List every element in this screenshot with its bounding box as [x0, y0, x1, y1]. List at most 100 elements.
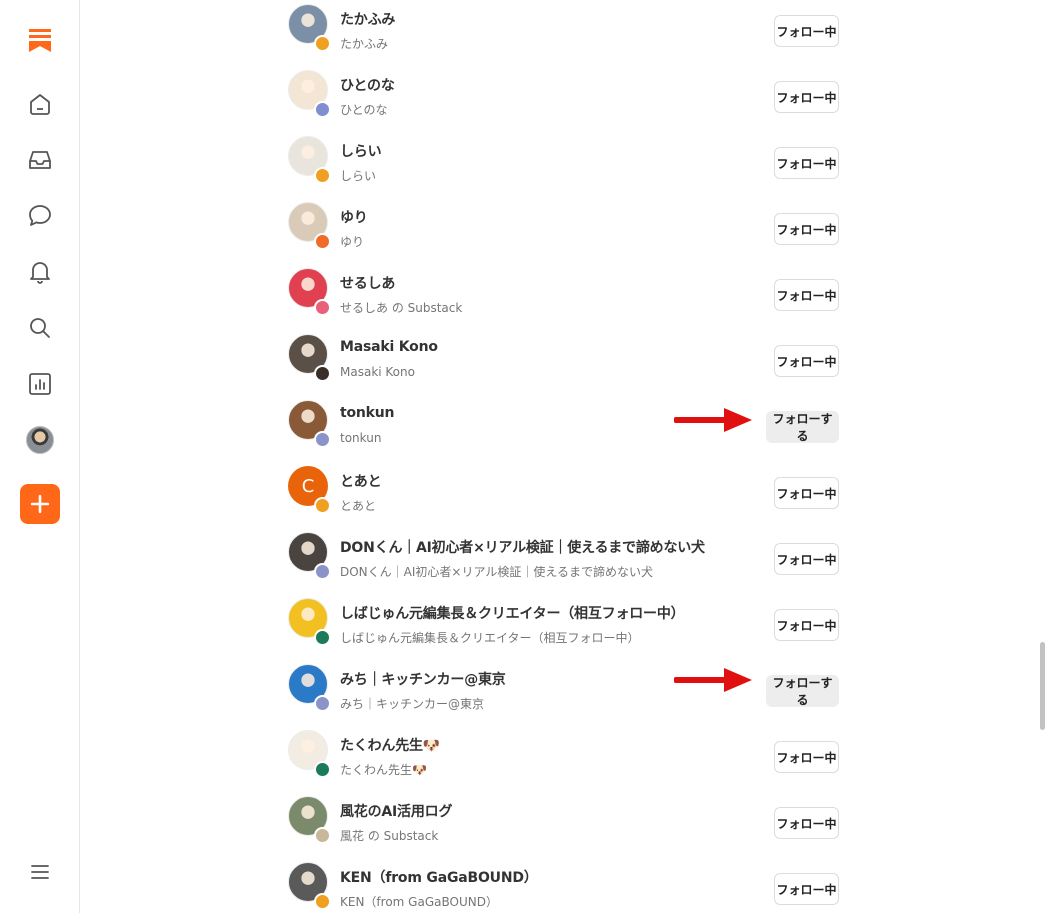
user-name[interactable]: みち｜キッチンカー@東京 — [340, 669, 506, 689]
publication-badge — [314, 167, 331, 184]
avatar[interactable] — [288, 70, 331, 118]
inbox-icon[interactable] — [20, 140, 60, 180]
publication-badge — [314, 365, 331, 382]
avatar[interactable] — [288, 796, 331, 844]
list-item[interactable]: ひとのな ひとのな フォロー中 — [288, 70, 844, 136]
list-item[interactable]: みち｜キッチンカー@東京 みち｜キッチンカー@東京 フォローする — [288, 664, 844, 730]
red-arrow-annotation — [674, 408, 752, 432]
create-post-button[interactable] — [20, 484, 60, 524]
plus-icon — [20, 484, 60, 524]
user-publication: たくわん先生🐶 — [340, 763, 427, 777]
user-name[interactable]: たかふみ — [340, 9, 395, 29]
user-name[interactable]: 風花のAI活用ログ — [340, 801, 452, 821]
avatar[interactable] — [288, 532, 331, 580]
substack-logo-icon[interactable] — [20, 20, 60, 60]
publication-badge — [314, 761, 331, 778]
avatar[interactable] — [288, 4, 331, 52]
follow-button[interactable]: フォローする — [766, 675, 839, 707]
list-item[interactable]: せるしあせるしあ の Substack フォロー中 — [288, 268, 844, 334]
list-item[interactable]: しばじゅん元編集長＆クリエイター（相互フォロー中） しばじゅん元編集長＆クリエイタ… — [288, 598, 844, 664]
publication-badge — [314, 101, 331, 118]
home-icon[interactable] — [20, 84, 60, 124]
following-button[interactable]: フォロー中 — [774, 543, 839, 575]
scrollbar[interactable] — [1037, 0, 1047, 913]
bell-icon[interactable] — [20, 252, 60, 292]
search-icon[interactable] — [20, 308, 60, 348]
list-item[interactable]: 風花のAI活用ログ風花 の Substack フォロー中 — [288, 796, 844, 862]
user-name[interactable]: せるしあ — [340, 273, 395, 293]
user-name[interactable]: ゆり — [340, 207, 368, 227]
user-name[interactable]: しばじゅん元編集長＆クリエイター（相互フォロー中） — [340, 603, 685, 623]
chat-icon[interactable] — [20, 196, 60, 236]
list-item[interactable]: ゆり ゆり フォロー中 — [288, 202, 844, 268]
user-name[interactable]: KEN（from GaGaBOUND） — [340, 867, 538, 887]
publication-badge — [314, 629, 331, 646]
avatar[interactable]: C — [288, 466, 331, 514]
list-item[interactable]: C とあと とあと フォロー中 — [288, 466, 844, 532]
publication-badge — [314, 497, 331, 514]
user-name[interactable]: tonkun — [340, 405, 395, 421]
list-item[interactable]: たかふみ たかふみ フォロー中 — [288, 4, 844, 70]
user-publication: しらい — [340, 169, 377, 183]
avatar[interactable] — [288, 862, 331, 910]
user-name[interactable]: とあと — [340, 471, 382, 491]
user-name[interactable]: しらい — [340, 141, 382, 161]
following-button[interactable]: フォロー中 — [774, 147, 839, 179]
following-button[interactable]: フォロー中 — [774, 873, 839, 905]
list-item[interactable]: たくわん先生🐶 たくわん先生🐶 フォロー中 — [288, 730, 844, 796]
user-publication: Masaki Kono — [340, 365, 415, 379]
user-publication: ひとのな — [340, 103, 388, 117]
following-button[interactable]: フォロー中 — [774, 477, 839, 509]
following-button[interactable]: フォロー中 — [774, 609, 839, 641]
user-publication: せるしあ の Substack — [340, 301, 463, 315]
scrollbar-thumb[interactable] — [1040, 642, 1045, 730]
publication-badge — [314, 35, 331, 52]
avatar[interactable] — [288, 598, 331, 646]
following-button[interactable]: フォロー中 — [774, 279, 839, 311]
user-publication: ゆり — [340, 235, 365, 249]
publication-badge — [314, 233, 331, 250]
user-publication: みち｜キッチンカー@東京 — [340, 697, 485, 711]
list-item[interactable]: tonkun tonkun フォローする — [288, 400, 844, 466]
following-button[interactable]: フォロー中 — [774, 81, 839, 113]
publication-badge — [314, 563, 331, 580]
user-name[interactable]: ひとのな — [340, 75, 395, 95]
sidebar — [0, 0, 80, 913]
menu-icon[interactable] — [20, 852, 60, 892]
following-button[interactable]: フォロー中 — [774, 15, 839, 47]
avatar[interactable] — [288, 202, 331, 250]
publication-badge — [314, 299, 331, 316]
user-name[interactable]: Masaki Kono — [340, 339, 438, 355]
profile-avatar[interactable] — [20, 420, 60, 460]
app-window: たかふみ たかふみ フォロー中 ひとのな ひとのな フォロー中 しらい しらい フォロー中 ゆりゆ… — [0, 0, 1047, 913]
user-name[interactable]: DONくん｜AI初心者×リアル検証｜使えるまで諦めない犬 — [340, 537, 705, 557]
list-item[interactable]: DONくん｜AI初心者×リアル検証｜使えるまで諦めない犬 DONくん｜AI初心者×… — [288, 532, 844, 598]
avatar-initial: C — [301, 475, 315, 497]
user-name[interactable]: たくわん先生🐶 — [340, 735, 440, 755]
avatar[interactable] — [288, 664, 331, 712]
user-publication: KEN（from GaGaBOUND） — [340, 895, 498, 909]
avatar — [26, 426, 54, 454]
avatar[interactable] — [288, 334, 331, 382]
avatar[interactable] — [288, 400, 331, 448]
following-button[interactable]: フォロー中 — [774, 807, 839, 839]
user-publication: 風花 の Substack — [340, 829, 439, 843]
user-publication: とあと — [340, 499, 377, 513]
publication-badge — [314, 893, 331, 910]
list-item[interactable]: KEN（from GaGaBOUND） KEN（from GaGaBOUND） フォ… — [288, 862, 844, 913]
publication-badge — [314, 431, 331, 448]
following-button[interactable]: フォロー中 — [774, 741, 839, 773]
avatar[interactable] — [288, 136, 331, 184]
user-publication: DONくん｜AI初心者×リアル検証｜使えるまで諦めない犬 — [340, 565, 653, 579]
follow-button[interactable]: フォローする — [766, 411, 839, 443]
list-item[interactable]: Masaki Kono Masaki Kono フォロー中 — [288, 334, 844, 400]
avatar[interactable] — [288, 268, 331, 316]
following-button[interactable]: フォロー中 — [774, 345, 839, 377]
following-button[interactable]: フォロー中 — [774, 213, 839, 245]
list-item[interactable]: しらい しらい フォロー中 — [288, 136, 844, 202]
avatar[interactable] — [288, 730, 331, 778]
user-publication: tonkun — [340, 431, 382, 445]
publication-badge — [314, 827, 331, 844]
stats-icon[interactable] — [20, 364, 60, 404]
user-publication: しばじゅん元編集長＆クリエイター（相互フォロー中） — [340, 631, 640, 645]
